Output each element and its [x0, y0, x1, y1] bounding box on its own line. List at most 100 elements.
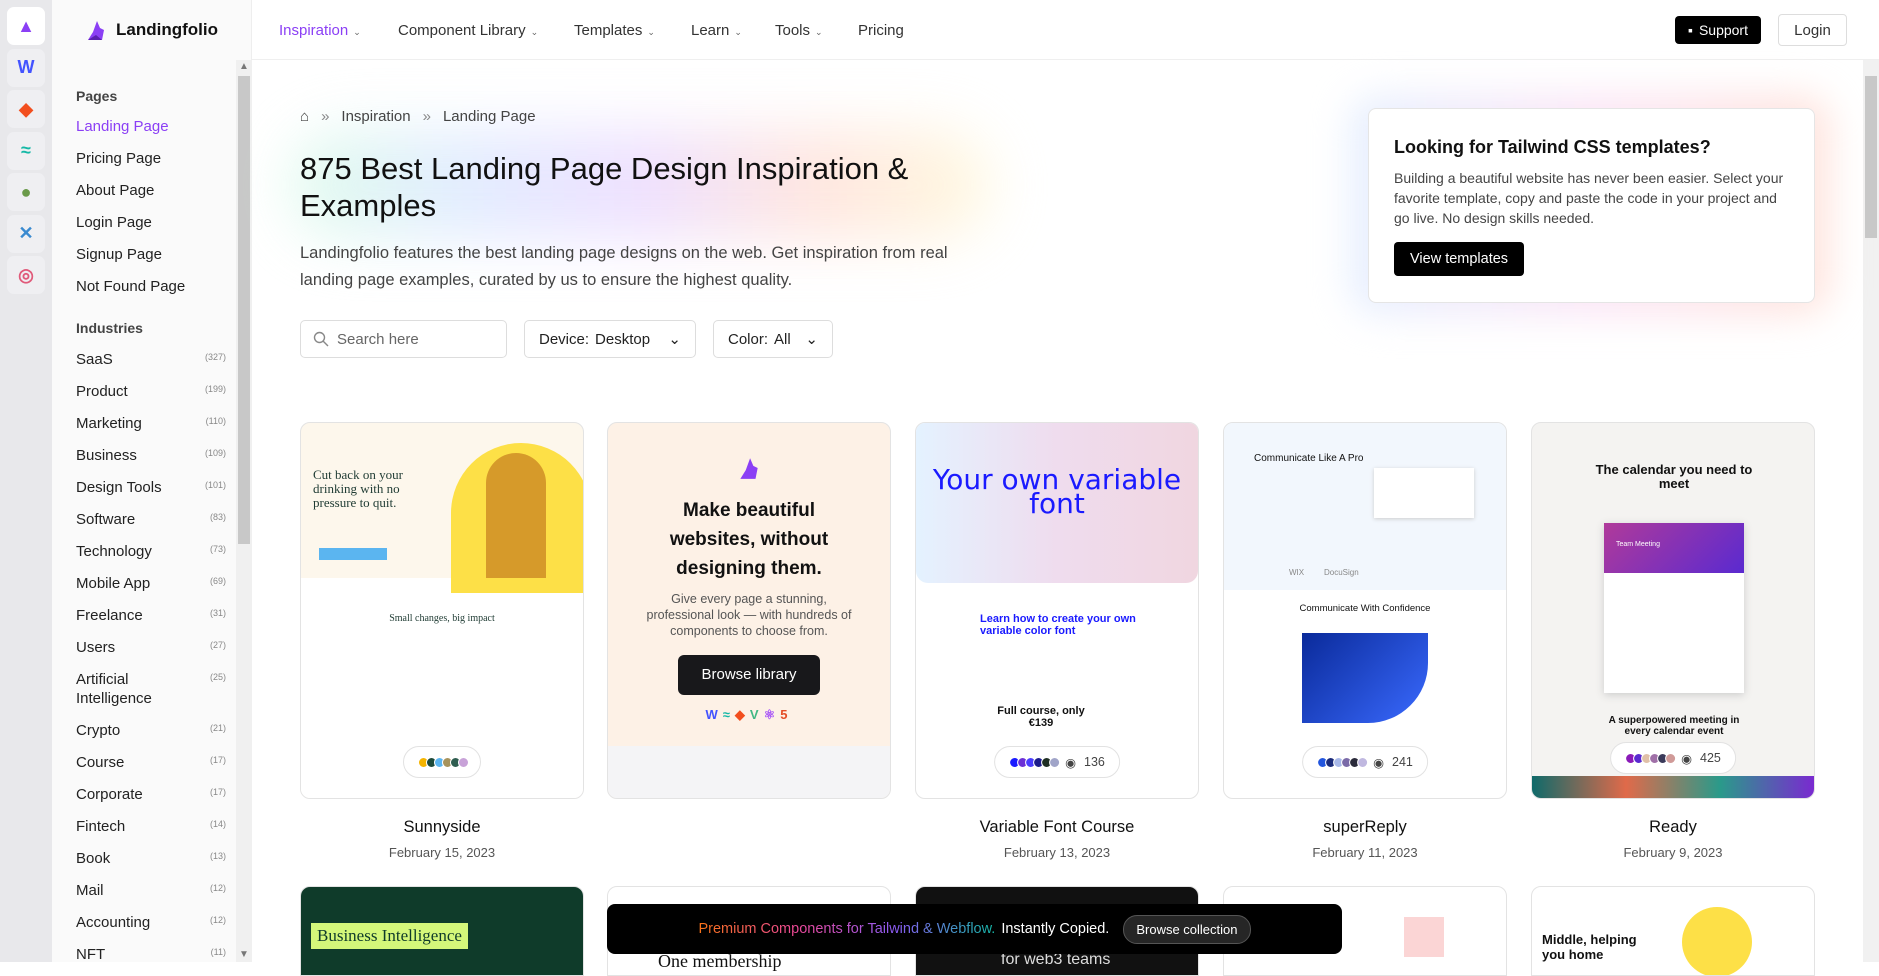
- sidebar-item-industry[interactable]: Book (13): [76, 849, 226, 868]
- sidebar-item-industry[interactable]: Design Tools (101): [76, 478, 226, 497]
- browse-library-card: Make beautiful websites, without designi…: [607, 422, 891, 799]
- brand-name: Landingfolio: [116, 20, 218, 39]
- device-select[interactable]: Device: Desktop ⌄: [524, 320, 696, 358]
- sidebar-item-page[interactable]: Not Found Page: [76, 278, 226, 295]
- sidebar-scrollbar[interactable]: ▲ ▼: [236, 60, 252, 962]
- login-button[interactable]: Login: [1778, 14, 1847, 46]
- sidebar-item-industry[interactable]: Accounting (12): [76, 913, 226, 932]
- card-title[interactable]: Ready: [1531, 818, 1815, 837]
- sidebar-item-label: Freelance: [76, 607, 143, 624]
- nav-item[interactable]: Templates ⌄: [574, 22, 655, 39]
- sidebar-item-industry[interactable]: Software (83): [76, 510, 226, 529]
- browse-collection-button[interactable]: Browse collection: [1123, 914, 1251, 944]
- sidebar-item-page[interactable]: Signup Page: [76, 246, 226, 263]
- sidebar-item-label: Signup Page: [76, 246, 162, 263]
- preview-headline: Cut back on your drinking with no pressu…: [313, 467, 403, 510]
- card-row2[interactable]: Business Intelligence: [300, 886, 584, 976]
- sidebar-item-industry[interactable]: Crypto (21): [76, 721, 226, 740]
- preview-section-title: Communicate With Confidence: [1299, 603, 1431, 614]
- support-button[interactable]: ▪ Support: [1675, 16, 1761, 44]
- color-swatch[interactable]: [1049, 756, 1061, 768]
- sidebar-item-industry[interactable]: Fintech (14): [76, 817, 226, 836]
- sidebar-item-industry[interactable]: Business (109): [76, 446, 226, 465]
- promo-banner: Premium Components for Tailwind & Webflo…: [607, 904, 1342, 954]
- sidebar-item-count: (13): [209, 851, 226, 861]
- landingfolio-icon[interactable]: ▲: [7, 7, 45, 45]
- breadcrumb-inspiration[interactable]: Inspiration: [341, 108, 410, 125]
- sidebar-item-industry[interactable]: SaaS (327): [76, 350, 226, 369]
- chevron-down-icon: ⌄: [530, 27, 539, 37]
- color-swatch[interactable]: [1357, 756, 1369, 768]
- card-sunnyside[interactable]: Cut back on your drinking with no pressu…: [300, 422, 584, 799]
- color-swatch[interactable]: [458, 756, 469, 768]
- webflow-icon: W: [705, 707, 723, 722]
- main-scrollbar[interactable]: [1863, 60, 1879, 962]
- sidebar-item-label: Fintech: [76, 818, 126, 835]
- leaf-icon[interactable]: ●: [7, 173, 45, 211]
- sidebar-item-industry[interactable]: Product (199): [76, 382, 226, 401]
- search-icon: [313, 331, 329, 347]
- sidebar-item-industry[interactable]: Mail (12): [76, 881, 226, 900]
- x-app-icon[interactable]: ✕: [7, 214, 45, 253]
- tailwind-icon[interactable]: ≈: [7, 131, 45, 170]
- sidebar-scroll-thumb[interactable]: [238, 76, 250, 544]
- nav-item[interactable]: Component Library ⌄: [398, 22, 538, 39]
- sidebar-item-label: Course: [76, 754, 125, 771]
- sidebar-item-industry[interactable]: Corporate (17): [76, 785, 226, 804]
- pages-heading: Pages: [76, 88, 118, 104]
- card-variable-font-course[interactable]: Your own variable font Learn how to crea…: [915, 422, 1199, 799]
- search-input[interactable]: Search here: [300, 320, 507, 358]
- webflow-icon[interactable]: W: [7, 48, 45, 87]
- sidebar-item-count: (110): [205, 416, 226, 426]
- figma-icon[interactable]: ◆: [7, 90, 45, 128]
- nav-item[interactable]: Tools ⌄: [775, 22, 823, 39]
- sidebar-item-page[interactable]: Login Page: [76, 214, 226, 231]
- card-superreply[interactable]: Communicate Like A Pro WIX DocuSign Comm…: [1223, 422, 1507, 799]
- nav-item[interactable]: Inspiration ⌄: [279, 22, 361, 39]
- sidebar-item-label: Crypto: [76, 722, 121, 739]
- sidebar-item-industry[interactable]: Freelance (31): [76, 606, 226, 625]
- main-scroll-thumb[interactable]: [1865, 76, 1877, 238]
- sidebar-item-label: Accounting: [76, 914, 151, 931]
- view-count: 425: [1700, 751, 1721, 765]
- card-title[interactable]: Variable Font Course: [915, 818, 1199, 837]
- nav-item[interactable]: Pricing: [858, 22, 904, 39]
- sidebar-item-industry[interactable]: Artificial Intelligence (25): [76, 670, 226, 708]
- sidebar-item-label: About Page: [76, 182, 155, 199]
- eye-icon: ◉: [1681, 751, 1693, 766]
- sidebar-item-industry[interactable]: Marketing (110): [76, 414, 226, 433]
- view-templates-button[interactable]: View templates: [1394, 242, 1525, 276]
- sidebar-item-page[interactable]: Pricing Page: [76, 150, 226, 167]
- sidebar-item-industry[interactable]: Technology (73): [76, 542, 226, 561]
- color-select[interactable]: Color: All ⌄: [713, 320, 833, 358]
- color-swatches: [1009, 756, 1061, 768]
- scroll-down-icon[interactable]: ▼: [239, 949, 249, 960]
- sidebar-item-page[interactable]: About Page: [76, 182, 226, 199]
- landingfolio-logo-icon: [88, 21, 104, 40]
- camera-app-icon[interactable]: ◎: [7, 256, 45, 294]
- card-row2[interactable]: Middle, helping you home: [1531, 886, 1815, 976]
- device-label: Device:: [539, 330, 590, 348]
- browse-library-button[interactable]: Browse library: [678, 655, 820, 695]
- breadcrumb-landing-page[interactable]: Landing Page: [443, 108, 536, 125]
- color-value: All: [774, 330, 791, 348]
- scroll-up-icon[interactable]: ▲: [239, 61, 249, 72]
- nav-item[interactable]: Learn ⌄: [691, 22, 742, 39]
- card-ready[interactable]: The calendar you need to meet Team Meeti…: [1531, 422, 1815, 799]
- card-title[interactable]: superReply: [1223, 818, 1507, 837]
- sidebar-item-industry[interactable]: Course (17): [76, 753, 226, 772]
- sidebar-item-industry[interactable]: NFT (11): [76, 945, 226, 964]
- page-description: Landingfolio features the best landing p…: [300, 244, 948, 289]
- sidebar-item-label: Mobile App: [76, 575, 151, 592]
- sidebar-item-count: (17): [209, 755, 226, 765]
- sidebar-item-industry[interactable]: Mobile App (69): [76, 574, 226, 593]
- sidebar-item-page[interactable]: Landing Page: [76, 118, 226, 135]
- sidebar-item-label: Product: [76, 383, 128, 400]
- home-icon[interactable]: ⌂: [300, 108, 309, 125]
- color-swatch[interactable]: [1665, 752, 1677, 764]
- nav-label: Component Library: [398, 22, 526, 39]
- sidebar-item-industry[interactable]: Users (27): [76, 638, 226, 657]
- brand-logo[interactable]: Landingfolio: [84, 18, 218, 42]
- color-label: Color:: [728, 330, 769, 348]
- card-title[interactable]: Sunnyside: [300, 818, 584, 837]
